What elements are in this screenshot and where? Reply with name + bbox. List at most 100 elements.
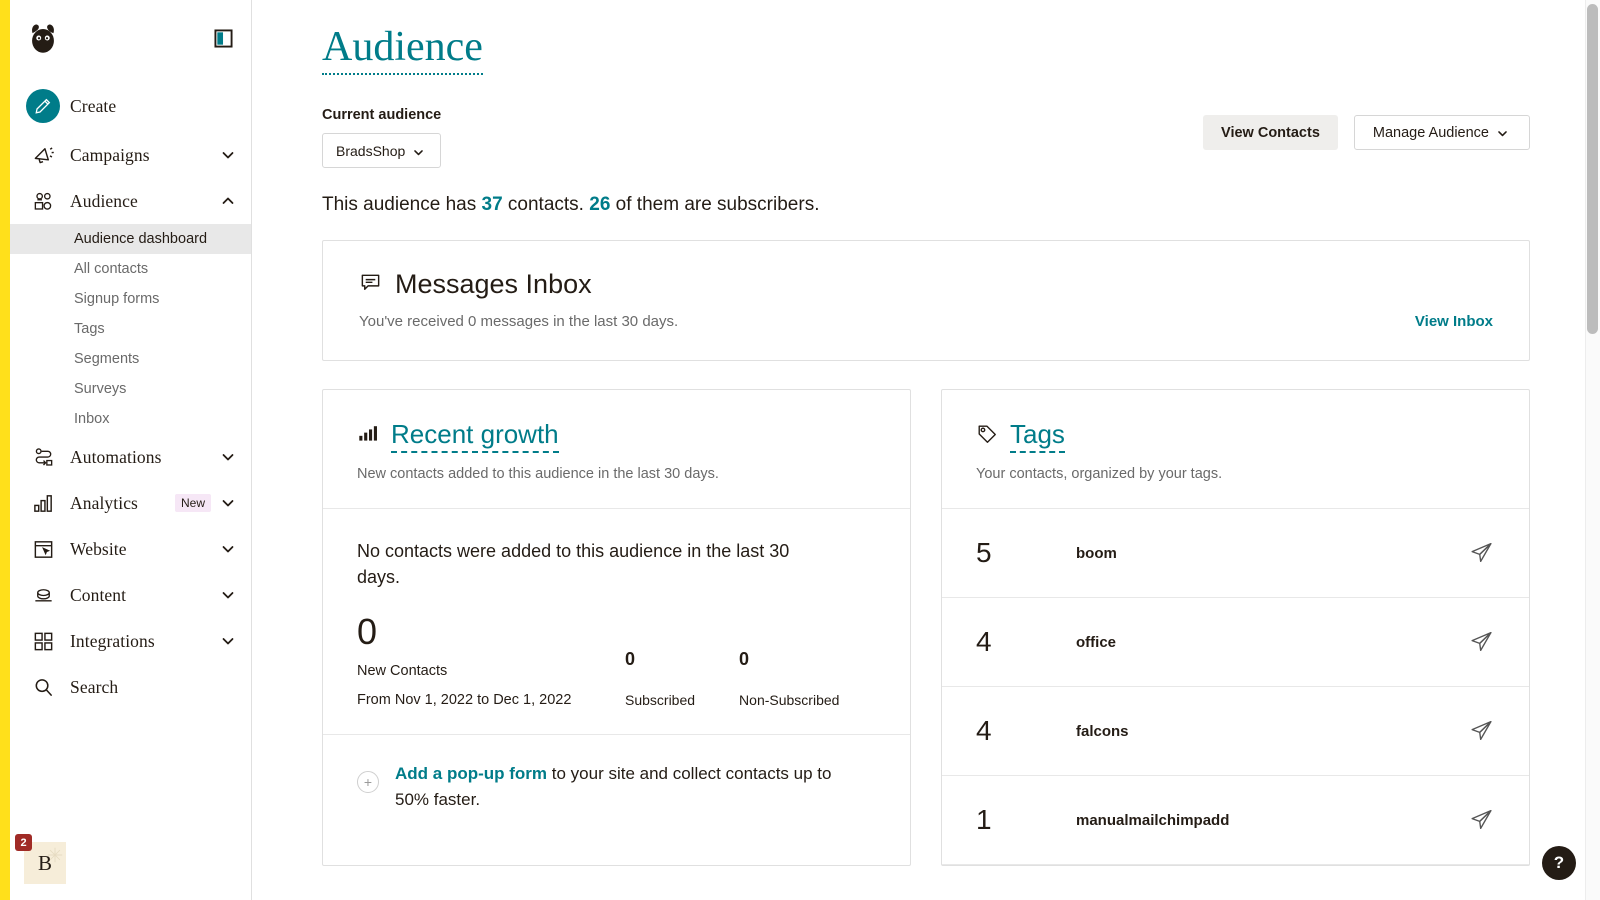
tag-icon bbox=[976, 423, 998, 450]
summary-part2: contacts. bbox=[503, 194, 590, 215]
new-contacts-value: 0 bbox=[357, 614, 625, 650]
sidebar-item-segments[interactable]: Segments bbox=[10, 344, 251, 374]
table-row[interactable]: 4 falcons bbox=[942, 687, 1529, 776]
sidebar-item-tags[interactable]: Tags bbox=[10, 314, 251, 344]
sidebar-item-signup-forms[interactable]: Signup forms bbox=[10, 284, 251, 314]
add-popup-form-link[interactable]: Add a pop-up form bbox=[395, 764, 547, 783]
tags-subtitle: Your contacts, organized by your tags. bbox=[976, 466, 1495, 482]
table-row[interactable]: 1 manualmailchimpadd bbox=[942, 776, 1529, 865]
messages-inbox-subtitle: You've received 0 messages in the last 3… bbox=[359, 313, 678, 330]
view-contacts-button[interactable]: View Contacts bbox=[1203, 115, 1338, 150]
send-paper-plane-icon[interactable] bbox=[1469, 718, 1495, 744]
chat-bubble-icon bbox=[359, 271, 382, 299]
scrollbar-track[interactable] bbox=[1585, 0, 1600, 900]
sidebar-subitem-label: Tags bbox=[74, 321, 105, 337]
sidebar-item-analytics[interactable]: Analytics New bbox=[10, 480, 251, 526]
messages-inbox-title: Messages Inbox bbox=[395, 269, 592, 300]
help-button[interactable]: ? bbox=[1542, 846, 1576, 880]
sidebar-subitem-label: Audience dashboard bbox=[74, 231, 207, 247]
recent-growth-empty-message: No contacts were added to this audience … bbox=[357, 539, 827, 590]
avatar-notification-badge[interactable]: 2 bbox=[15, 834, 32, 851]
current-audience-label: Current audience bbox=[322, 107, 441, 123]
tags-card: Tags Your contacts, organized by your ta… bbox=[941, 389, 1530, 866]
send-paper-plane-icon[interactable] bbox=[1469, 807, 1495, 833]
chevron-down-icon[interactable] bbox=[221, 450, 235, 464]
audience-select-value: BradsShop bbox=[336, 143, 405, 159]
sidebar-item-integrations[interactable]: Integrations bbox=[10, 618, 251, 664]
tags-title[interactable]: Tags bbox=[1010, 420, 1065, 453]
popup-form-promo-text: Add a pop-up form to your site and colle… bbox=[395, 761, 855, 812]
sidebar-item-label: Integrations bbox=[70, 631, 221, 652]
table-row[interactable]: 4 office bbox=[942, 598, 1529, 687]
scrollbar-thumb[interactable] bbox=[1587, 4, 1598, 334]
main-content: Audience Current audience BradsShop View… bbox=[252, 0, 1600, 900]
create-pencil-icon bbox=[26, 89, 60, 123]
audience-people-icon bbox=[30, 188, 56, 214]
tag-count: 5 bbox=[976, 537, 1076, 569]
sidebar-item-content[interactable]: Content bbox=[10, 572, 251, 618]
tag-count: 4 bbox=[976, 715, 1076, 747]
table-row[interactable]: 5 boom bbox=[942, 509, 1529, 598]
manage-audience-button[interactable]: Manage Audience bbox=[1354, 115, 1530, 150]
bar-chart-icon bbox=[30, 490, 56, 516]
audience-select[interactable]: BradsShop bbox=[322, 133, 441, 168]
subscribed-stat: 0 Subscribed bbox=[625, 649, 695, 708]
non-subscribed-stat: 0 Non-Subscribed bbox=[739, 649, 839, 708]
chevron-down-icon[interactable] bbox=[221, 496, 235, 510]
messages-inbox-card: Messages Inbox You've received 0 message… bbox=[322, 240, 1530, 361]
sidebar-item-all-contacts[interactable]: All contacts bbox=[10, 254, 251, 284]
new-contacts-label: New Contacts bbox=[357, 663, 625, 679]
tags-title-row: Tags bbox=[976, 420, 1495, 453]
recent-growth-title[interactable]: Recent growth bbox=[391, 420, 559, 453]
chevron-down-icon[interactable] bbox=[221, 542, 235, 556]
messages-inbox-title-row: Messages Inbox bbox=[359, 269, 678, 300]
sidebar-item-create[interactable]: Create bbox=[10, 80, 251, 132]
app-root: Create Campaigns bbox=[0, 0, 1600, 900]
subscribed-value: 0 bbox=[625, 649, 695, 670]
send-paper-plane-icon[interactable] bbox=[1469, 629, 1495, 655]
chevron-up-icon[interactable] bbox=[221, 194, 235, 208]
plus-circle-icon: + bbox=[357, 771, 379, 793]
sidebar-item-automations[interactable]: Automations bbox=[10, 434, 251, 480]
sidebar-item-search[interactable]: Search bbox=[10, 664, 251, 710]
date-range-label: From Nov 1, 2022 to Dec 1, 2022 bbox=[357, 692, 625, 708]
sidebar-item-surveys[interactable]: Surveys bbox=[10, 374, 251, 404]
send-paper-plane-icon[interactable] bbox=[1469, 540, 1495, 566]
tags-header: Tags Your contacts, organized by your ta… bbox=[942, 390, 1529, 509]
sidebar-item-audience[interactable]: Audience bbox=[10, 178, 251, 224]
subscribed-label: Subscribed bbox=[625, 692, 695, 708]
bar-chart-icon bbox=[357, 423, 379, 450]
contacts-count: 37 bbox=[482, 194, 503, 215]
sidebar-nav: Create Campaigns bbox=[10, 76, 251, 710]
chevron-down-icon bbox=[1497, 127, 1511, 138]
sidebar-item-audience-dashboard[interactable]: Audience dashboard bbox=[10, 224, 251, 254]
sidebar-item-inbox[interactable]: Inbox bbox=[10, 404, 251, 434]
chevron-down-icon[interactable] bbox=[221, 148, 235, 162]
automations-flow-icon bbox=[30, 444, 56, 470]
sidebar-item-label: Campaigns bbox=[70, 145, 221, 166]
audience-summary: This audience has 37 contacts. 26 of the… bbox=[322, 194, 1530, 216]
popup-form-promo: + Add a pop-up form to your site and col… bbox=[323, 734, 910, 838]
tag-count: 4 bbox=[976, 626, 1076, 658]
sidebar-item-campaigns[interactable]: Campaigns bbox=[10, 132, 251, 178]
sidebar-subitem-label: Signup forms bbox=[74, 291, 159, 307]
sidebar-item-label: Analytics bbox=[70, 493, 175, 514]
view-inbox-link[interactable]: View Inbox bbox=[1415, 313, 1493, 330]
mailchimp-chimp-logo[interactable] bbox=[24, 19, 62, 57]
content-stack-icon bbox=[30, 582, 56, 608]
sparkle-icon bbox=[46, 845, 64, 870]
sidebar-subitem-label: Segments bbox=[74, 351, 139, 367]
sidebar-item-label: Website bbox=[70, 539, 221, 560]
chevron-down-icon bbox=[413, 145, 427, 156]
chevron-down-icon[interactable] bbox=[221, 588, 235, 602]
sidebar-item-label: Search bbox=[70, 677, 235, 698]
sidebar-item-website[interactable]: Website bbox=[10, 526, 251, 572]
sidebar-subitem-label: Inbox bbox=[74, 411, 109, 427]
subscribers-count: 26 bbox=[589, 194, 610, 215]
recent-growth-header: Recent growth New contacts added to this… bbox=[323, 390, 910, 509]
page-title[interactable]: Audience bbox=[322, 24, 483, 75]
chevron-down-icon[interactable] bbox=[221, 634, 235, 648]
tag-name: falcons bbox=[1076, 723, 1469, 740]
sidebar-subitem-label: All contacts bbox=[74, 261, 148, 277]
panel-toggle-icon[interactable] bbox=[214, 29, 233, 48]
